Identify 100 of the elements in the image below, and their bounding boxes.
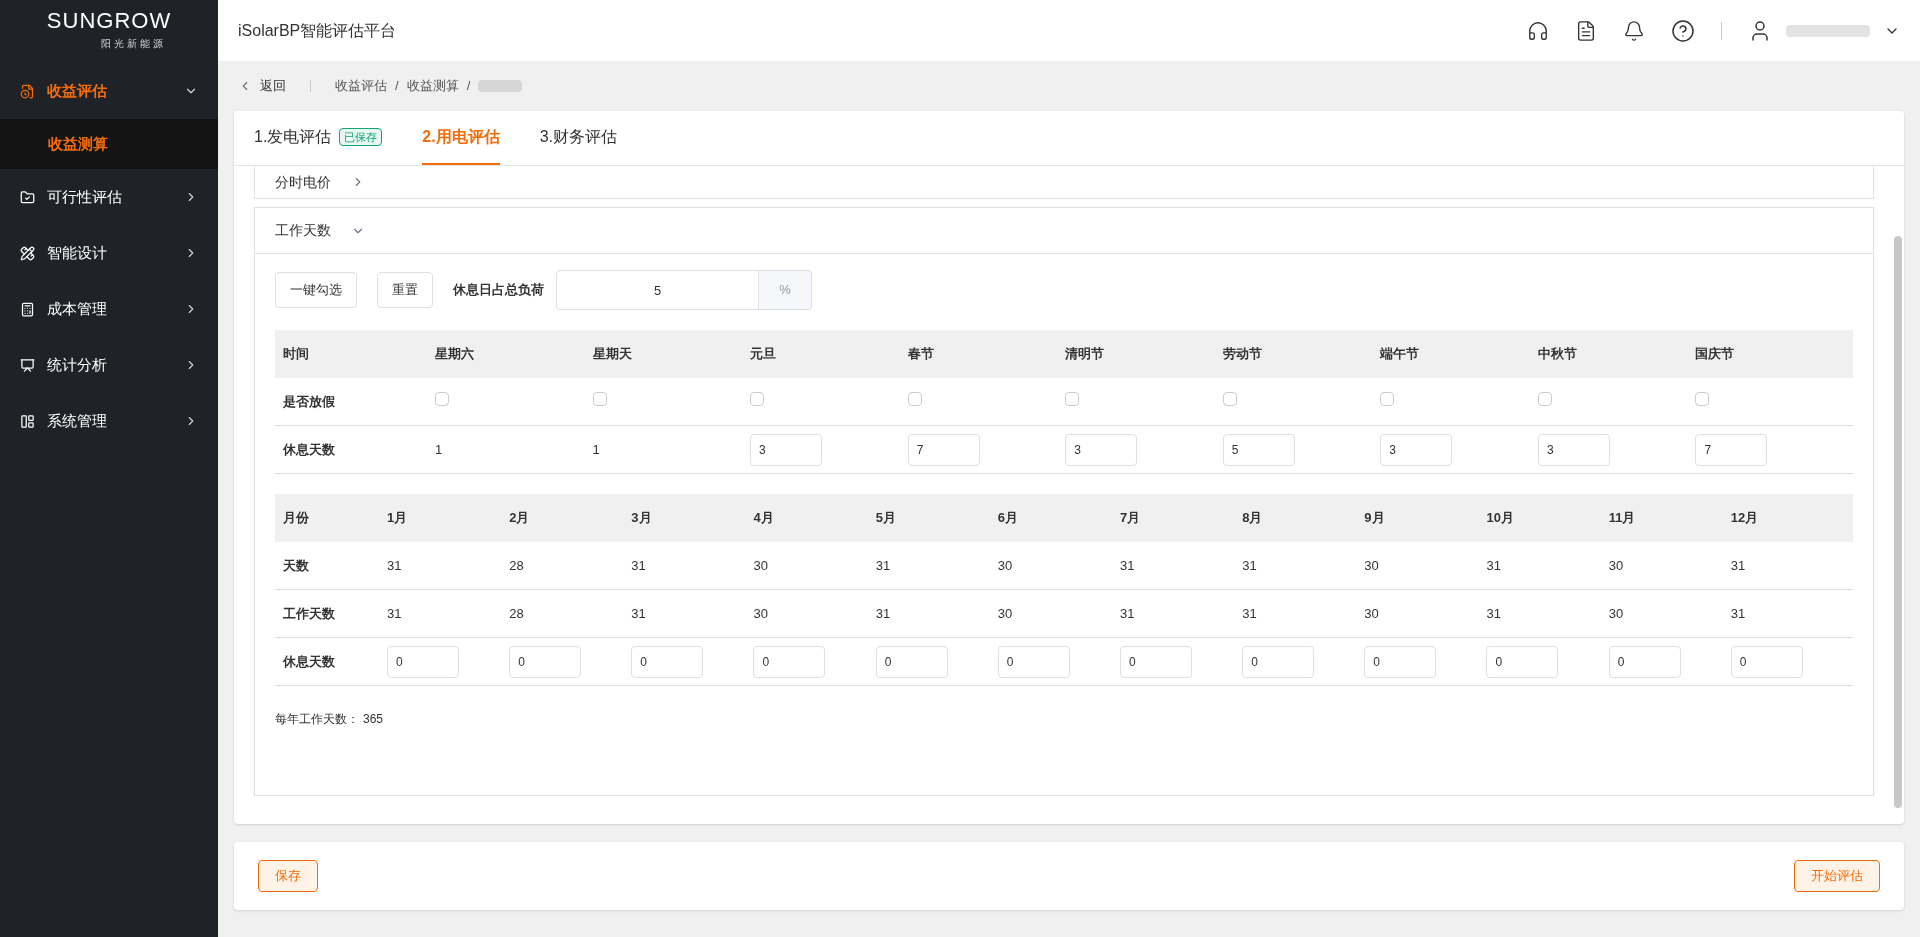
document-icon[interactable] (1575, 19, 1597, 42)
logo-wordmark: SUNGROW (46, 10, 172, 32)
sidebar-item[interactable]: 收益评估 (0, 63, 218, 119)
breadcrumb-item[interactable]: 收益测算 (406, 76, 459, 96)
table-cell: 30 (1608, 605, 1624, 621)
table-cell: 31 (875, 605, 891, 621)
section-title: 分时电价 (275, 172, 331, 192)
table-header-cell-text: 星期六 (435, 345, 475, 364)
checkbox[interactable] (1695, 391, 1710, 406)
scrollbar[interactable] (1894, 236, 1902, 808)
menu-icon (20, 413, 35, 429)
table-header-cell-text: 12月 (1730, 509, 1760, 528)
table-header-cell-text: 3月 (631, 509, 653, 528)
headset-icon[interactable] (1527, 19, 1549, 42)
annual-workdays-label: 每年工作天数： (275, 711, 359, 728)
table-cell: 31 (1242, 557, 1257, 573)
rest-days-input[interactable]: 0 (1730, 645, 1803, 678)
checkbox[interactable] (907, 391, 922, 406)
rest-days-value: 1 (435, 441, 443, 457)
rest-days-input[interactable]: 3 (1380, 433, 1453, 466)
table-header-cell-text: 中秋节 (1537, 345, 1578, 364)
table-header-cell-text: 7月 (1120, 509, 1142, 528)
table-cell: 30 (753, 605, 768, 621)
sidebar-subitem[interactable]: 收益测算 (0, 119, 218, 169)
table-header-cell-text: 端午节 (1380, 345, 1421, 364)
row-label: 天数 (282, 556, 310, 575)
sidebar-item[interactable]: 成本管理 (0, 281, 218, 337)
rest-days-input[interactable]: 7 (1695, 433, 1768, 466)
rest-days-input[interactable]: 0 (1364, 645, 1437, 678)
menu-icon (20, 301, 35, 317)
table-cell: 31 (1120, 557, 1135, 573)
rest-days-input[interactable]: 0 (875, 645, 948, 678)
table-header-cell-text: 4月 (753, 509, 775, 528)
table-header-cell-text: 时间 (282, 345, 310, 364)
sidebar-item[interactable]: 智能设计 (0, 225, 218, 281)
rest-days-input[interactable]: 3 (750, 433, 823, 466)
sidebar-item[interactable]: 统计分析 (0, 337, 218, 393)
rest-days-input[interactable]: 0 (753, 645, 826, 678)
checkbox[interactable] (435, 391, 449, 406)
rest-days-input[interactable]: 0 (631, 645, 704, 678)
rest-days-input[interactable]: 0 (1608, 645, 1681, 678)
rest-days-input[interactable]: 3 (1537, 433, 1610, 466)
table-header-cell-text: 清明节 (1065, 345, 1106, 364)
ratio-input[interactable]: 5 (556, 270, 759, 310)
rest-days-input[interactable]: 0 (387, 645, 459, 678)
table-cell: 31 (1486, 557, 1501, 573)
table-header-cell-text: 8月 (1242, 509, 1264, 528)
menu-icon (20, 357, 35, 373)
app-title: iSolarBP智能评估平台 (238, 20, 398, 41)
rest-days-input[interactable]: 5 (1222, 433, 1295, 466)
percent-unit: % (759, 270, 812, 310)
rest-days-input[interactable]: 0 (1486, 645, 1559, 678)
rest-days-input[interactable]: 0 (1120, 645, 1192, 678)
section-header[interactable]: 分时电价 (255, 166, 1873, 198)
table-cell: 31 (631, 557, 646, 573)
checkbox[interactable] (1537, 391, 1552, 406)
table-header-cell-text: 星期天 (592, 345, 633, 364)
table-header-cell-text: 劳动节 (1222, 345, 1263, 364)
section-header[interactable]: 工作天数 (255, 208, 1873, 254)
rest-days-input[interactable]: 7 (907, 433, 980, 466)
checkbox[interactable] (750, 391, 765, 406)
table-cell: 30 (997, 605, 1013, 621)
checkbox[interactable] (1222, 391, 1237, 406)
row-label: 工作天数 (282, 604, 336, 623)
table-header-cell-text: 元旦 (750, 345, 778, 364)
section-title: 工作天数 (275, 221, 331, 240)
sidebar-item[interactable]: 可行性评估 (0, 169, 218, 225)
table-header-cell-text: 9月 (1364, 509, 1386, 528)
table-header-cell-text: 月份 (282, 509, 310, 528)
table-cell: 30 (997, 557, 1013, 573)
checkbox[interactable] (592, 391, 607, 406)
table-cell: 31 (1486, 605, 1501, 621)
toolbar-button[interactable]: 重置 (377, 272, 433, 308)
step-tab[interactable]: 1.发电评估 已保存 (254, 111, 383, 165)
table-header-cell-text: 2月 (509, 509, 531, 528)
table-header-cell-text: 5月 (875, 509, 897, 528)
toolbar-button[interactable]: 一键勾选 (275, 272, 357, 308)
table-cell: 31 (1730, 605, 1746, 621)
ratio-label: 休息日占总负荷 (453, 281, 544, 300)
rest-days-input[interactable]: 0 (997, 645, 1070, 678)
table-header-cell-text: 6月 (997, 509, 1020, 528)
table-cell: 31 (1242, 605, 1257, 621)
help-icon[interactable] (1671, 18, 1695, 43)
logo-subtitle: 阳光新能源 (101, 37, 166, 51)
table-cell: 31 (1120, 605, 1135, 621)
back-link[interactable]: 返回 (260, 76, 286, 96)
rest-days-input[interactable]: 0 (509, 645, 582, 678)
rest-days-input[interactable]: 0 (1242, 645, 1315, 678)
annual-workdays-value: 365 (363, 711, 384, 728)
checkbox[interactable] (1380, 391, 1395, 406)
rest-days-input[interactable]: 3 (1065, 433, 1138, 466)
table-cell: 31 (387, 605, 402, 621)
sidebar-item[interactable]: 系统管理 (0, 393, 218, 449)
menu-icon (20, 83, 35, 99)
saved-badge: 已保存 (339, 127, 383, 147)
step-tab[interactable]: 3.财务评估 (539, 111, 618, 165)
breadcrumb-item[interactable]: 收益评估 (335, 76, 387, 96)
table-header-cell-text: 11月 (1608, 509, 1637, 528)
checkbox[interactable] (1065, 391, 1080, 406)
bell-icon[interactable] (1623, 19, 1645, 42)
